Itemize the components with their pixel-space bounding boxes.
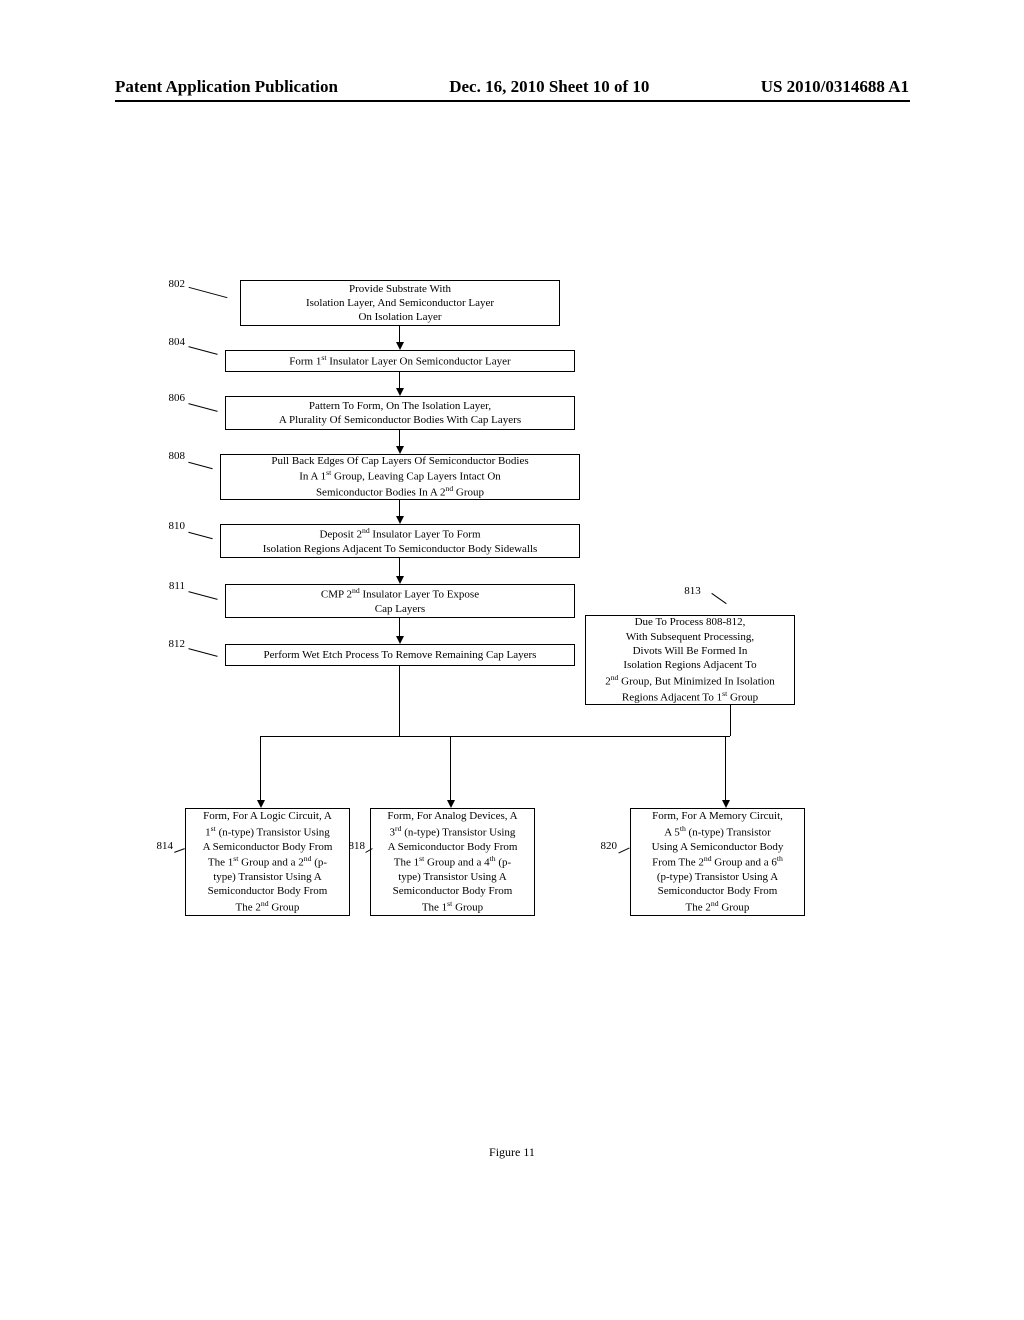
box-811: CMP 2nd Insulator Layer To ExposeCap Lay…	[225, 584, 575, 618]
arrowhead-820	[722, 800, 730, 808]
arrowhead-811-812	[396, 636, 404, 644]
header-divider	[115, 100, 910, 102]
box-806: Pattern To Form, On The Isolation Layer,…	[225, 396, 575, 430]
label-802: 802	[160, 278, 185, 290]
label-line-808	[188, 462, 212, 469]
box-808-text: Pull Back Edges Of Cap Layers Of Semicon…	[271, 454, 528, 500]
label-line-813	[711, 593, 726, 604]
box-820: Form, For A Memory Circuit,A 5th (n-type…	[630, 808, 805, 916]
arrowhead-804-806	[396, 388, 404, 396]
box-818-text: Form, For Analog Devices, A3rd (n-type) …	[387, 809, 517, 914]
label-818: 818	[340, 840, 365, 852]
label-line-814	[174, 848, 185, 853]
box-820-text: Form, For A Memory Circuit,A 5th (n-type…	[652, 809, 784, 914]
label-line-806	[188, 403, 217, 412]
arrowhead-802-804	[396, 342, 404, 350]
header-left: Patent Application Publication	[115, 77, 338, 97]
arrow-810-811	[399, 558, 400, 578]
arrowhead-818	[447, 800, 455, 808]
box-814: Form, For A Logic Circuit, A1st (n-type)…	[185, 808, 350, 916]
box-813: Due To Process 808-812,With Subsequent P…	[585, 615, 795, 705]
arrowhead-808-810	[396, 516, 404, 524]
box-813-text: Due To Process 808-812,With Subsequent P…	[605, 615, 775, 704]
box-818: Form, For Analog Devices, A3rd (n-type) …	[370, 808, 535, 916]
box-810-text: Deposit 2nd Insulator Layer To FormIsola…	[263, 526, 538, 556]
label-812: 812	[160, 638, 185, 650]
label-813: 813	[680, 585, 705, 597]
label-line-804	[188, 346, 217, 355]
box-802-text: Provide Substrate WithIsolation Layer, A…	[306, 282, 494, 325]
label-806: 806	[160, 392, 185, 404]
label-line-811	[188, 591, 217, 600]
arrowhead-810-811	[396, 576, 404, 584]
box-812: Perform Wet Etch Process To Remove Remai…	[225, 644, 575, 666]
line-812-down	[399, 666, 400, 736]
line-820-pre	[725, 736, 726, 771]
box-804-text: Form 1st Insulator Layer On Semiconducto…	[289, 353, 510, 369]
label-808: 808	[160, 450, 185, 462]
box-808: Pull Back Edges Of Cap Layers Of Semicon…	[220, 454, 580, 500]
label-line-802	[189, 287, 228, 298]
label-line-810	[188, 532, 212, 539]
box-810: Deposit 2nd Insulator Layer To FormIsola…	[220, 524, 580, 558]
box-814-text: Form, For A Logic Circuit, A1st (n-type)…	[203, 809, 333, 914]
line-813-down	[730, 705, 731, 736]
figure-caption: Figure 11	[0, 1145, 1024, 1160]
box-806-text: Pattern To Form, On The Isolation Layer,…	[279, 399, 521, 428]
label-line-820	[618, 848, 629, 854]
label-810: 810	[160, 520, 185, 532]
label-814: 814	[148, 840, 173, 852]
arrow-811-812	[399, 618, 400, 638]
arrowhead-806-808	[396, 446, 404, 454]
label-804: 804	[160, 336, 185, 348]
label-line-812	[188, 648, 217, 657]
box-802: Provide Substrate WithIsolation Layer, A…	[240, 280, 560, 326]
line-fork-horizontal	[260, 736, 730, 737]
header-center: Dec. 16, 2010 Sheet 10 of 10	[449, 77, 649, 97]
label-811: 811	[160, 580, 185, 592]
label-820: 820	[592, 840, 617, 852]
arrowhead-814	[257, 800, 265, 808]
line-814-down	[260, 736, 261, 802]
header-right: US 2010/0314688 A1	[761, 77, 909, 97]
box-804: Form 1st Insulator Layer On Semiconducto…	[225, 350, 575, 372]
line-818-down	[450, 736, 451, 802]
box-811-text: CMP 2nd Insulator Layer To ExposeCap Lay…	[321, 586, 479, 616]
box-812-text: Perform Wet Etch Process To Remove Remai…	[264, 648, 537, 662]
line-820-down	[725, 770, 726, 802]
